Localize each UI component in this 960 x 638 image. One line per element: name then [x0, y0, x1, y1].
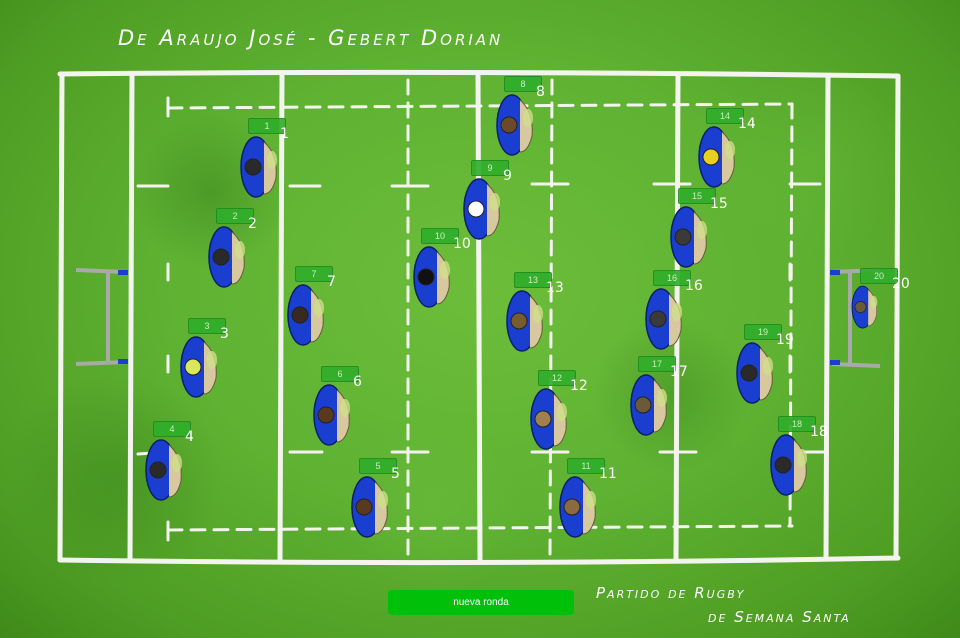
player-number: 8: [536, 84, 545, 100]
try-line-left: [127, 73, 135, 563]
player-number: 4: [185, 429, 194, 445]
player-number: 12: [570, 378, 588, 394]
player-token-icon: [287, 284, 324, 346]
player-token-icon: [559, 476, 596, 538]
player-token-icon: [645, 288, 682, 350]
goal-posts-left: [75, 268, 127, 366]
player-number: 1: [280, 126, 289, 142]
player-number: 20: [892, 276, 910, 292]
player-number: 18: [810, 424, 828, 440]
player-number: 11: [599, 466, 617, 482]
player-number: 17: [670, 364, 688, 380]
caption-line-2: de Semana Santa: [708, 608, 851, 626]
player-token-icon: [851, 285, 878, 329]
player-number: 9: [503, 168, 512, 184]
caption-line-1: Partido de Rugby: [596, 584, 746, 602]
player-number: 16: [685, 278, 703, 294]
player-token-icon: [463, 178, 500, 240]
player-token-icon: [240, 136, 277, 198]
player-token-icon: [698, 126, 735, 188]
rugby-field-stage: De Araujo José - Gebert Dorian 112233445…: [0, 0, 960, 638]
player-number: 15: [710, 196, 728, 212]
player-number: 3: [220, 326, 229, 342]
player-number: 14: [738, 116, 756, 132]
player-token-icon: [208, 226, 245, 288]
player-token-icon: [770, 434, 807, 496]
rugby-pitch-lines: [57, 69, 901, 566]
player-token-icon: [413, 246, 450, 308]
player-token-icon: [180, 336, 217, 398]
player-token-icon: [496, 94, 533, 156]
player-number: 13: [546, 280, 564, 296]
dead-ball-line-right: [893, 73, 901, 561]
player-number: 2: [248, 216, 257, 232]
player-token-icon: [736, 342, 773, 404]
player-token-icon: [670, 206, 707, 268]
player-number: 6: [353, 374, 362, 390]
player-token-icon: [530, 388, 567, 450]
player-token-icon: [145, 439, 182, 501]
new-round-button[interactable]: nueva ronda: [388, 590, 574, 615]
player-number: 7: [327, 274, 336, 290]
try-line-right: [823, 73, 831, 561]
player-number: 10: [453, 236, 471, 252]
player-token-icon: [313, 384, 350, 446]
player-token-icon: [351, 476, 388, 538]
authors-title: De Araujo José - Gebert Dorian: [118, 26, 504, 50]
line-5m-bottom: [166, 524, 794, 532]
player-number: 19: [776, 332, 794, 348]
player-token-icon: [630, 374, 667, 436]
line-10m-right: [548, 78, 554, 558]
halfway-line: [475, 73, 483, 563]
player-token-icon: [506, 290, 543, 352]
dead-ball-line-left: [57, 71, 65, 563]
line-5m-top: [166, 102, 794, 110]
player-number: 5: [391, 466, 400, 482]
